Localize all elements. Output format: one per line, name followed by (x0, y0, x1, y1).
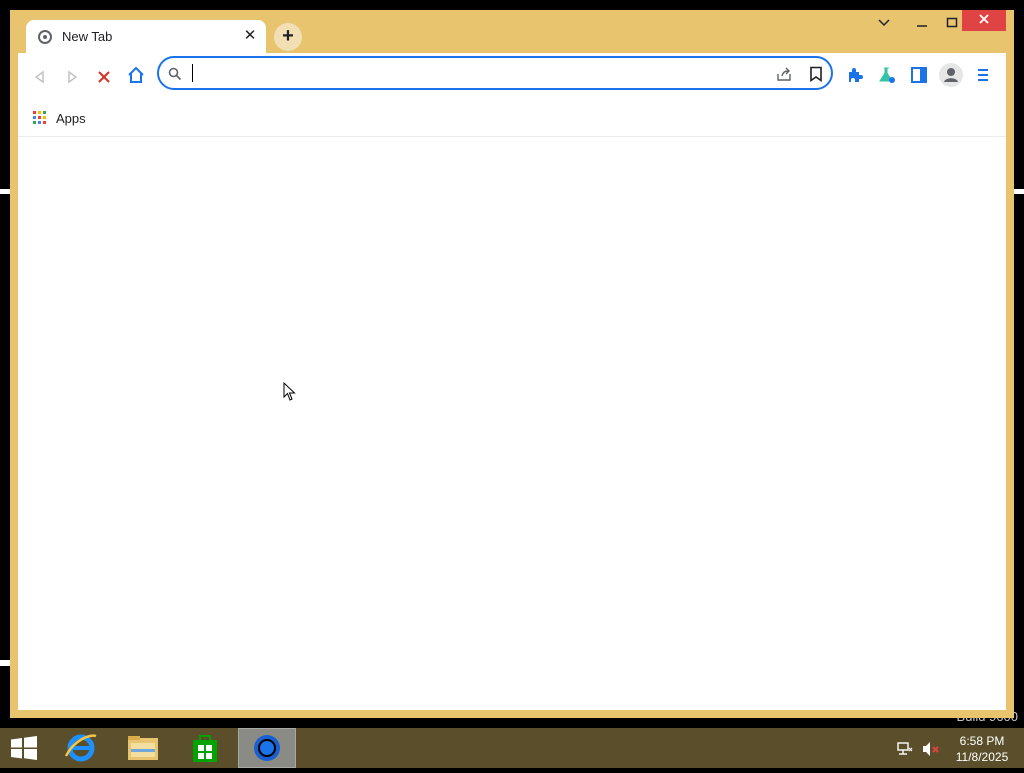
store-taskbar-button[interactable] (176, 728, 234, 768)
bookmarks-bar: Apps (18, 97, 1006, 129)
chrome-favicon-icon (38, 30, 52, 44)
bookmark-icon[interactable] (809, 66, 823, 82)
store-icon (193, 735, 217, 762)
mouse-cursor-icon (283, 382, 296, 401)
tab-close-icon[interactable]: ✕ (240, 26, 260, 46)
internet-explorer-icon (64, 734, 97, 762)
forward-button[interactable] (58, 66, 86, 94)
stop-loading-button[interactable] (90, 66, 118, 94)
browser-window: New Tab ✕ + Apps (10, 10, 1014, 718)
extensions-icon[interactable] (844, 64, 866, 86)
home-button[interactable] (122, 66, 150, 94)
chevron-down-icon (878, 19, 890, 27)
chrome-icon (254, 735, 280, 761)
system-clock[interactable]: 6:58 PM 11/8/2025 (950, 733, 1014, 765)
tab-title: New Tab (62, 29, 113, 44)
tab-new-tab[interactable]: New Tab ✕ (26, 20, 266, 54)
start-icon[interactable] (10, 736, 38, 760)
browser-toolbar: Apps (18, 53, 1006, 137)
desktop-line-bottom (0, 660, 10, 666)
address-input[interactable] (192, 63, 756, 85)
close-window-button[interactable] (962, 10, 1006, 31)
home-icon (128, 66, 144, 83)
back-button[interactable] (26, 66, 54, 94)
volume-muted-icon[interactable] (922, 741, 940, 757)
search-icon (168, 67, 182, 81)
back-arrow-icon (34, 70, 44, 84)
stop-x-icon (98, 71, 110, 83)
avatar-icon (944, 68, 958, 82)
clock-time: 6:58 PM (959, 734, 1005, 748)
taskbar: 6:58 PM 11/8/2025 (0, 728, 1024, 768)
minimize-icon (917, 25, 927, 27)
desktop-line-left (0, 189, 10, 194)
file-explorer-taskbar-button[interactable] (114, 728, 172, 768)
file-explorer-icon (128, 736, 158, 760)
close-icon (979, 14, 989, 24)
new-tab-button[interactable]: + (274, 23, 302, 51)
maximize-icon (946, 17, 958, 28)
network-icon[interactable] (897, 742, 913, 756)
minimize-button[interactable] (908, 13, 936, 37)
page-content[interactable] (18, 137, 1006, 710)
share-icon[interactable] (776, 66, 792, 82)
apps-bookmark[interactable]: Apps (56, 111, 86, 126)
profile-button[interactable] (939, 63, 963, 87)
text-caret (192, 64, 193, 82)
clock-date: 11/8/2025 (955, 750, 1009, 764)
side-panel-icon[interactable] (908, 64, 930, 86)
tab-search-button[interactable] (872, 13, 896, 37)
desktop-line-right (1014, 189, 1024, 194)
more-menu-icon[interactable] (973, 64, 995, 86)
forward-arrow-icon (68, 70, 78, 84)
labs-flask-icon[interactable] (876, 64, 898, 86)
internet-explorer-taskbar-button[interactable] (52, 728, 110, 768)
address-bar[interactable] (157, 56, 833, 90)
title-bar[interactable]: New Tab ✕ + (10, 10, 1014, 54)
desktop-background (0, 0, 10, 660)
apps-grid-icon[interactable] (33, 111, 47, 125)
chrome-taskbar-button[interactable] (238, 728, 296, 768)
